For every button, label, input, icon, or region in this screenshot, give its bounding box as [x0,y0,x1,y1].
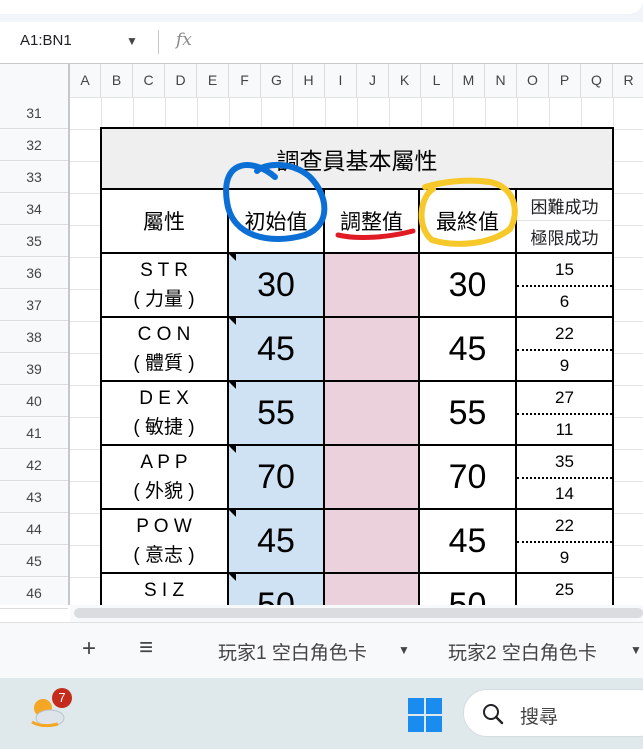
row-header-35[interactable]: 35 [0,225,68,257]
column-header-g[interactable]: G [261,64,293,97]
column-header-i[interactable]: I [325,64,357,97]
row-header-bar: 31 32 33 34 35 36 37 38 39 40 41 42 43 44 45 46 [0,97,70,609]
sheet-tab-player2[interactable]: 玩家2 空白角色卡 [448,638,597,665]
column-header-bar: ABCDEFGHIJKLMNOPQR [0,64,643,98]
search-icon [483,704,504,725]
column-header-f[interactable]: F [229,64,261,97]
windows-logo-icon [408,698,442,732]
column-header-b[interactable]: B [101,64,133,97]
weather-widget[interactable]: 7 [28,688,72,732]
row-header-40[interactable]: 40 [0,385,68,417]
yellow-circle-annotation [418,177,518,247]
spreadsheet-grid[interactable]: 調查員基本屬性 屬性 初始值 調整值 最終值 困難成功 極限成功 S T R( … [70,97,643,605]
horizontal-scrollbar[interactable] [70,605,643,622]
column-header-c[interactable]: C [133,64,165,97]
add-sheet-button[interactable]: + [82,635,96,663]
row-header-34[interactable]: 34 [0,193,68,225]
row-header-32[interactable]: 32 [0,129,68,161]
browser-top-strip [0,0,643,22]
sheet-tab-bar: + ≡ 玩家1 空白角色卡 ▼ 玩家2 空白角色卡 ▼ [0,622,643,679]
red-underline-annotation [335,228,416,241]
row-header-31[interactable]: 31 [0,97,68,129]
column-header-j[interactable]: J [357,64,389,97]
column-header-m[interactable]: M [453,64,485,97]
chevron-down-icon[interactable]: ▼ [126,34,138,48]
formula-bar: A1:BN1 ▼ fx [0,22,643,64]
annotation-overlay [223,162,518,247]
windows-taskbar: 7 搜尋 [0,678,643,749]
notification-badge: 7 [52,688,72,708]
blue-circle-annotation [223,162,328,242]
divider [158,30,159,54]
row-header-33[interactable]: 33 [0,161,68,193]
column-header-q[interactable]: Q [581,64,613,97]
row-header-46[interactable]: 46 [0,577,68,609]
select-all-corner[interactable] [0,64,70,97]
taskbar-search-box[interactable]: 搜尋 [463,689,643,737]
column-header-h[interactable]: H [293,64,325,97]
row-header-41[interactable]: 41 [0,417,68,449]
fx-icon: fx [176,30,192,50]
column-header-e[interactable]: E [197,64,229,97]
row-header-42[interactable]: 42 [0,449,68,481]
chevron-down-icon[interactable]: ▼ [630,643,642,657]
row-header-39[interactable]: 39 [0,353,68,385]
all-sheets-menu-button[interactable]: ≡ [139,634,153,662]
windows-start-button[interactable] [408,698,442,732]
column-header-k[interactable]: K [389,64,421,97]
row-header-44[interactable]: 44 [0,513,68,545]
badge-count: 7 [58,690,66,705]
column-header-a[interactable]: A [70,64,101,97]
row-header-38[interactable]: 38 [0,321,68,353]
column-header-r[interactable]: R [613,64,643,97]
row-header-36[interactable]: 36 [0,257,68,289]
column-header-d[interactable]: D [165,64,197,97]
row-header-43[interactable]: 43 [0,481,68,513]
column-header-o[interactable]: O [517,64,549,97]
chevron-down-icon[interactable]: ▼ [398,643,410,657]
column-header-p[interactable]: P [549,64,581,97]
name-box[interactable]: A1:BN1 [20,32,72,49]
row-header-45[interactable]: 45 [0,545,68,577]
search-placeholder: 搜尋 [520,707,559,728]
row-header-37[interactable]: 37 [0,289,68,321]
column-header-n[interactable]: N [485,64,517,97]
sheet-tab-player1[interactable]: 玩家1 空白角色卡 [218,638,367,665]
column-header-l[interactable]: L [421,64,453,97]
